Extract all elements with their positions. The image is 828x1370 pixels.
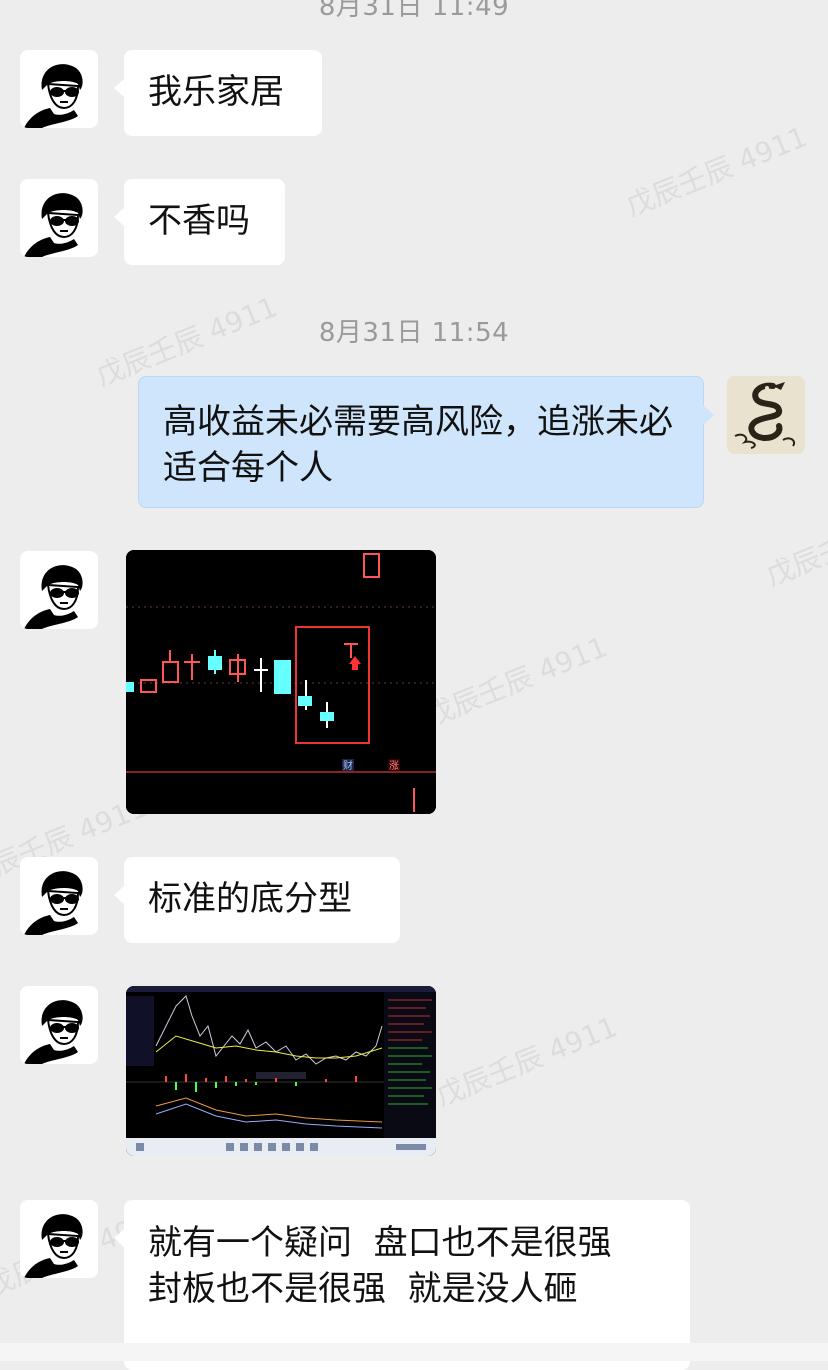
sunglasses-man-avatar-icon xyxy=(20,857,98,935)
sunglasses-man-avatar-icon xyxy=(20,551,98,629)
timestamp: 8月31日 11:54 xyxy=(318,318,510,348)
watermark: 戊辰壬辰 4911 xyxy=(421,630,612,733)
sender-avatar[interactable] xyxy=(20,857,98,935)
sender-avatar[interactable] xyxy=(20,986,98,1064)
image-message-screenshot[interactable] xyxy=(126,986,436,1156)
my-avatar[interactable] xyxy=(727,376,805,454)
candlestick-chart-image: 财 涨 xyxy=(126,550,436,814)
timestamp: 8月31日 11:49 xyxy=(318,0,510,22)
sunglasses-man-avatar-icon xyxy=(20,986,98,1064)
chart-label-cai: 财 xyxy=(343,759,353,772)
watermark: 戊辰壬辰 4911 xyxy=(761,490,828,593)
my-message-bubble[interactable]: 高收益未必需要高风险，追涨未必适合每个人 xyxy=(138,376,714,508)
sunglasses-man-avatar-icon xyxy=(20,179,98,257)
message-bubble[interactable]: 我乐家居 xyxy=(114,50,322,136)
sender-avatar[interactable] xyxy=(20,50,98,128)
watermark: 戊辰壬辰 4911 xyxy=(431,1010,622,1113)
chart-label-zhang: 涨 xyxy=(389,760,399,772)
dragon-avatar-icon xyxy=(727,376,805,454)
message-bubble[interactable]: 标准的底分型 xyxy=(114,857,400,943)
sender-avatar[interactable] xyxy=(20,1200,98,1278)
sunglasses-man-avatar-icon xyxy=(20,50,98,128)
sender-avatar[interactable] xyxy=(20,551,98,629)
message-bubble[interactable]: 不香吗 xyxy=(114,179,285,265)
watermark: 戊辰壬辰 4911 xyxy=(621,120,812,223)
image-message-candlestick[interactable]: 财 涨 xyxy=(126,550,436,814)
sunglasses-man-avatar-icon xyxy=(20,1200,98,1278)
input-bar xyxy=(0,1343,828,1361)
trading-software-screenshot-image xyxy=(126,986,436,1156)
sender-avatar[interactable] xyxy=(20,179,98,257)
